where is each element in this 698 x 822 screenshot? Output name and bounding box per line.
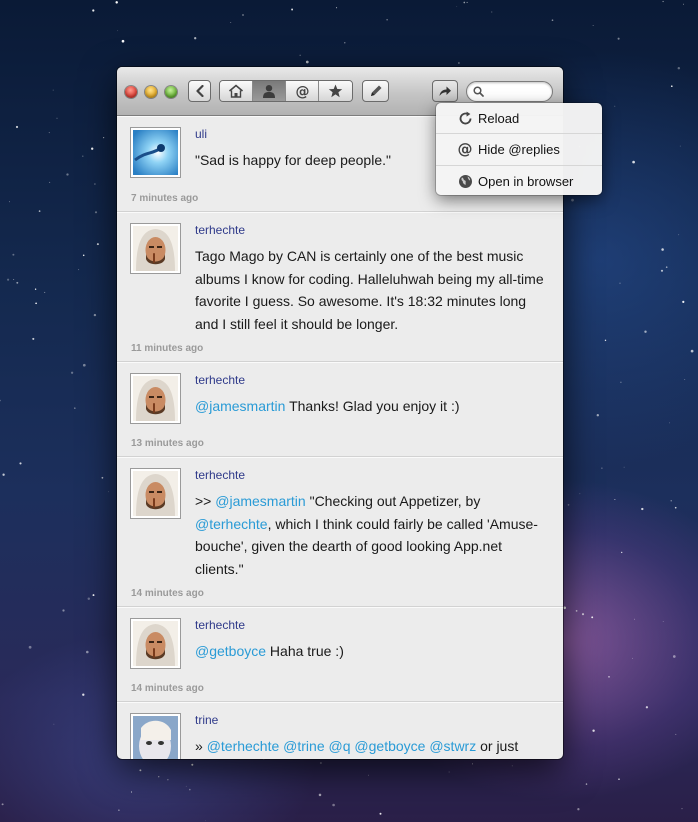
mention-icon: @ — [295, 84, 309, 99]
compose-icon — [370, 85, 381, 96]
post-timestamp: 7 minutes ago — [131, 193, 199, 204]
share-dropdown-menu: Reload @ Hide @replies Open in browser — [436, 103, 602, 195]
profile-tab[interactable] — [253, 81, 286, 101]
mention-link[interactable]: @q — [329, 738, 351, 754]
share-menu-button[interactable] — [432, 80, 458, 102]
avatar[interactable] — [130, 468, 181, 519]
timeline-post[interactable]: trine » @terhechte @trine @q @getboyce @s… — [117, 702, 563, 759]
post-text: » @terhechte @trine @q @getboyce @stwrz … — [195, 735, 545, 758]
search-icon — [473, 86, 484, 97]
mentions-tab[interactable]: @ — [286, 81, 319, 101]
mention-link[interactable]: @stwrz — [429, 738, 476, 754]
mention-link[interactable]: @trine — [283, 738, 324, 754]
post-text-segment: "Checking out Appetizer, by — [305, 493, 481, 509]
timeline-post[interactable]: terhechte >> @jamesmartin "Checking out A… — [117, 457, 563, 607]
avatar[interactable] — [130, 713, 181, 759]
post-text: >> @jamesmartin "Checking out Appetizer,… — [195, 490, 545, 580]
post-text-segment: » — [195, 738, 207, 754]
zoom-window-button[interactable] — [165, 86, 177, 98]
back-button[interactable] — [188, 80, 211, 102]
search-input[interactable] — [487, 84, 547, 99]
menu-item-label: Hide @replies — [478, 141, 560, 157]
post-timestamp: 14 minutes ago — [131, 683, 204, 694]
post-timestamp: 13 minutes ago — [131, 438, 204, 449]
post-username[interactable]: trine — [195, 713, 218, 727]
user-icon — [263, 85, 275, 98]
mention-link[interactable]: @terhechte — [195, 516, 268, 532]
avatar[interactable] — [130, 127, 181, 178]
avatar[interactable] — [130, 373, 181, 424]
home-tab[interactable] — [220, 81, 253, 101]
mention-link[interactable]: @jamesmartin — [215, 493, 305, 509]
mention-link[interactable]: @getboyce — [354, 738, 425, 754]
post-text-segment: "Sad is happy for deep people." — [195, 152, 391, 168]
menu-item-open-in-browser[interactable]: Open in browser — [436, 166, 602, 196]
stars-tab[interactable] — [319, 81, 352, 101]
post-username[interactable]: terhechte — [195, 468, 245, 482]
avatar[interactable] — [130, 223, 181, 274]
post-timestamp: 14 minutes ago — [131, 588, 204, 599]
close-window-button[interactable] — [125, 86, 137, 98]
post-text: Tago Mago by CAN is certainly one of the… — [195, 245, 545, 335]
post-username[interactable]: uli — [195, 127, 207, 141]
post-username[interactable]: terhechte — [195, 223, 245, 237]
share-icon — [439, 86, 451, 96]
timeline-post[interactable]: terhechte @getboyce Haha true :) 14 minute… — [117, 607, 563, 702]
svg-text:@: @ — [458, 141, 473, 157]
mention-link[interactable]: @getboyce — [195, 643, 266, 659]
avatar[interactable] — [130, 618, 181, 669]
minimize-window-button[interactable] — [145, 86, 157, 98]
mention-link[interactable]: @jamesmartin — [195, 398, 285, 414]
post-text-segment: Tago Mago by CAN is certainly one of the… — [195, 248, 544, 332]
mention-link[interactable]: @terhechte — [207, 738, 280, 754]
menu-item-label: Open in browser — [478, 173, 574, 189]
post-text-segment: >> — [195, 493, 216, 509]
timeline[interactable]: uli "Sad is happy for deep people." 7 minu… — [117, 116, 563, 759]
post-timestamp: 11 minutes ago — [131, 343, 204, 354]
at-icon: @ — [456, 141, 474, 157]
reload-icon — [456, 111, 474, 126]
compose-button[interactable] — [362, 80, 389, 102]
post-text: @getboyce Haha true :) — [195, 640, 545, 663]
post-text-segment: Thanks! Glad you enjoy it :) — [285, 398, 460, 414]
search-field[interactable] — [466, 81, 553, 102]
timeline-post[interactable]: terhechte @jamesmartin Thanks! Glad you e… — [117, 362, 563, 457]
post-text-segment: Haha true :) — [266, 643, 344, 659]
menu-item-label: Reload — [478, 110, 520, 126]
post-username[interactable]: terhechte — [195, 373, 245, 387]
back-icon — [195, 85, 204, 97]
star-icon — [328, 84, 343, 98]
timeline-post[interactable]: terhechte Tago Mago by CAN is certainly o… — [117, 212, 563, 362]
globe-icon — [456, 174, 474, 189]
menu-item-reload[interactable]: Reload — [436, 103, 602, 133]
post-username[interactable]: terhechte — [195, 618, 245, 632]
menu-item-hide-replies[interactable]: @ Hide @replies — [436, 134, 602, 164]
post-text: @jamesmartin Thanks! Glad you enjoy it :… — [195, 395, 545, 418]
home-icon — [228, 84, 244, 98]
post-text-segment: or just — [476, 738, 519, 754]
svg-text:@: @ — [295, 84, 309, 99]
timeline-segmented-control: @ — [219, 80, 353, 102]
